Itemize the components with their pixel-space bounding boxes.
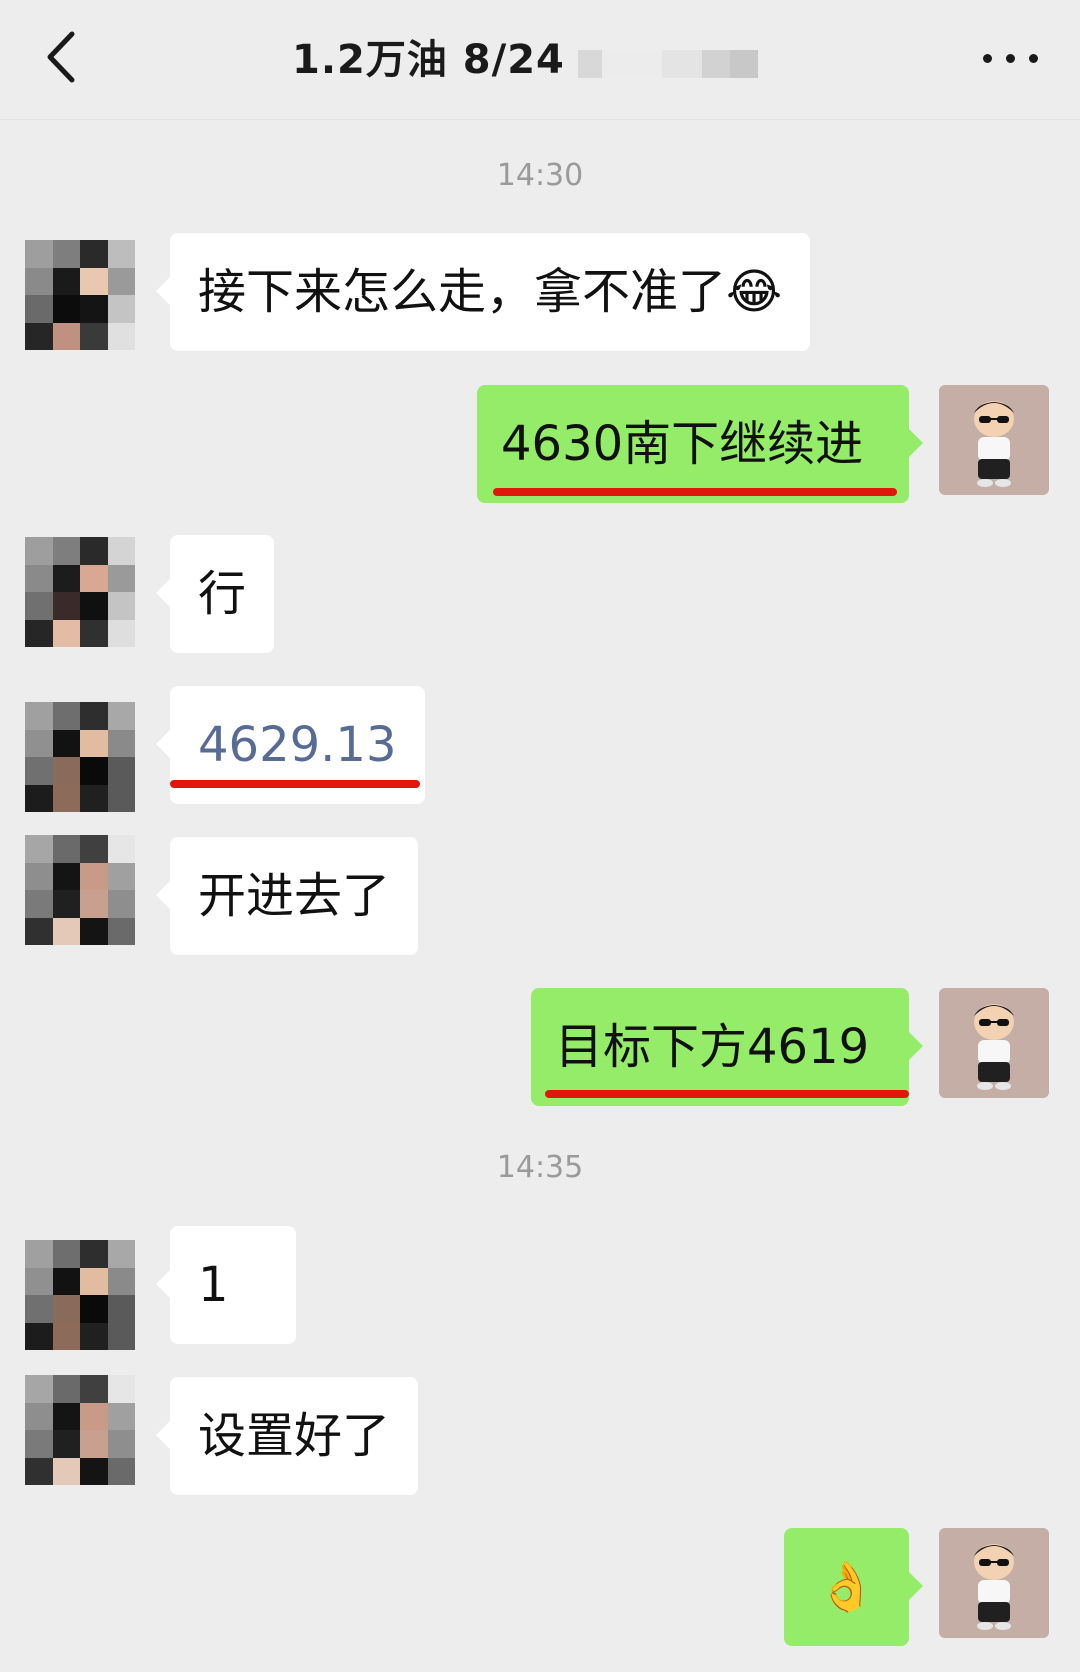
blurred-title-suffix — [578, 50, 758, 78]
outgoing-emoji-message[interactable]: 👌 — [784, 1528, 923, 1646]
chat-screen: 1.2万油 8/24 14:30 接下来怎么走，拿不准了😂 4630南下继续进 — [0, 0, 1080, 1672]
chevron-left-icon[interactable] — [40, 28, 80, 86]
timestamp: 14:30 — [496, 158, 584, 193]
contact-avatar[interactable] — [25, 1240, 135, 1350]
my-avatar[interactable] — [939, 385, 1049, 495]
highlight-underline — [493, 488, 897, 496]
incoming-message[interactable]: 设置好了 — [155, 1377, 419, 1495]
outgoing-message[interactable]: 4630南下继续进 — [477, 385, 923, 503]
incoming-message[interactable]: 接下来怎么走，拿不准了😂 — [155, 233, 811, 351]
chat-header: 1.2万油 8/24 — [0, 0, 1080, 120]
more-dots-icon[interactable] — [975, 40, 1045, 76]
my-avatar[interactable] — [939, 988, 1049, 1098]
chat-title: 1.2万油 8/24 — [292, 37, 565, 83]
incoming-message[interactable]: 开进去了 — [155, 837, 419, 955]
outgoing-message[interactable]: 目标下方4619 — [531, 988, 923, 1106]
incoming-message[interactable]: 1 — [156, 1226, 296, 1344]
contact-avatar[interactable] — [25, 240, 135, 350]
incoming-message[interactable]: 行 — [155, 535, 275, 653]
contact-avatar[interactable] — [25, 1375, 135, 1485]
timestamp: 14:35 — [496, 1150, 584, 1185]
contact-avatar[interactable] — [25, 835, 135, 945]
highlight-underline — [170, 780, 420, 788]
highlight-underline — [545, 1090, 909, 1098]
contact-avatar[interactable] — [25, 537, 135, 647]
contact-avatar[interactable] — [25, 702, 135, 812]
my-avatar[interactable] — [939, 1528, 1049, 1638]
